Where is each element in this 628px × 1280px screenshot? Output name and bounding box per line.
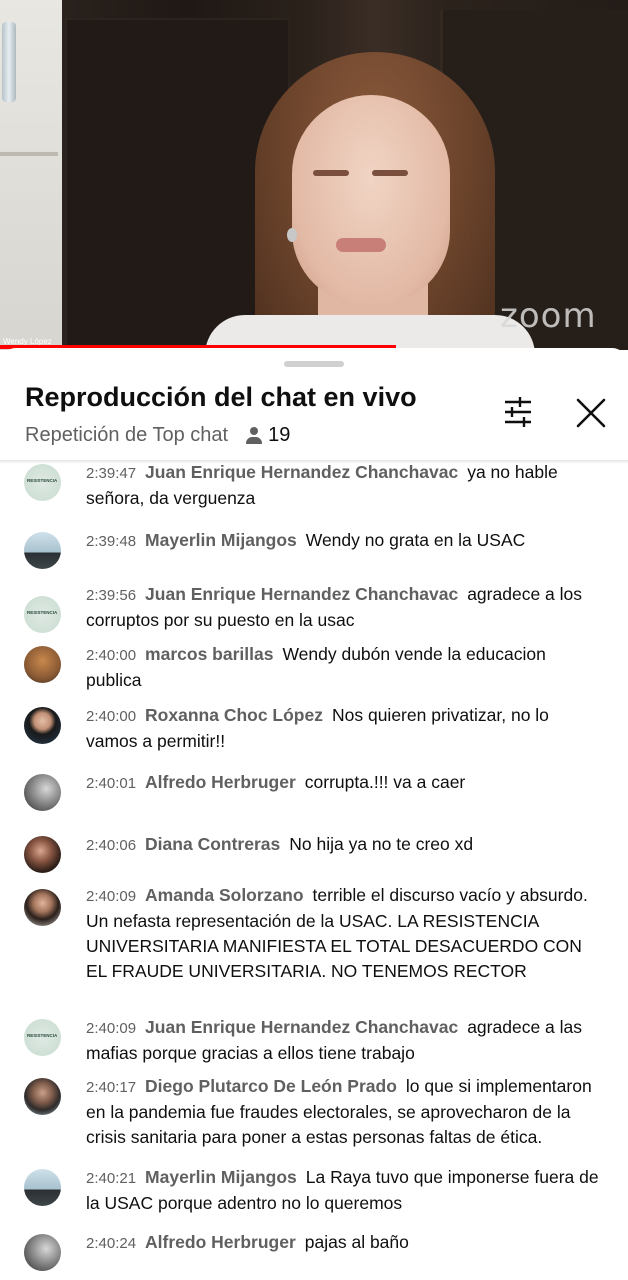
author-name[interactable]: Amanda Solorzano xyxy=(145,885,304,905)
author-avatar[interactable] xyxy=(24,707,61,744)
message-text: No hija ya no te creo xd xyxy=(289,834,474,854)
author-avatar[interactable] xyxy=(24,646,61,683)
message-text: corrupta.!!! va a caer xyxy=(304,772,466,792)
chat-mode-label[interactable]: Repetición de Top chat xyxy=(25,424,228,447)
message-timestamp: 2:40:09 xyxy=(86,888,137,905)
author-avatar[interactable] xyxy=(24,1019,61,1056)
viewer-count: 19 xyxy=(268,424,291,446)
speaker-figure xyxy=(292,95,450,305)
speaker-figure xyxy=(313,170,349,176)
message-timestamp: 2:40:21 xyxy=(86,1170,137,1187)
author-avatar[interactable] xyxy=(24,596,61,633)
author-avatar[interactable] xyxy=(24,532,61,569)
author-name[interactable]: Alfredo Herbruger xyxy=(145,772,296,792)
author-name[interactable]: Mayerlin Mijangos xyxy=(145,530,297,550)
close-icon xyxy=(576,398,606,428)
video-player[interactable]: Wendy López zoom xyxy=(0,0,628,350)
drag-handle[interactable] xyxy=(284,361,344,367)
panel-subtitle[interactable]: Repetición de Top chat 19 xyxy=(25,424,290,447)
close-button[interactable] xyxy=(572,394,610,432)
person-icon xyxy=(246,426,263,445)
author-avatar[interactable] xyxy=(24,836,61,873)
live-chat-replay-panel: Reproducción del chat en vivo Repetición… xyxy=(0,348,628,1280)
author-name[interactable]: Diana Contreras xyxy=(145,834,280,854)
speaker-figure xyxy=(287,228,297,242)
video-background xyxy=(0,100,58,156)
author-avatar[interactable] xyxy=(24,774,61,811)
message-timestamp: 2:39:48 xyxy=(86,533,137,550)
message-timestamp: 2:40:01 xyxy=(86,775,137,792)
author-name[interactable]: Juan Enrique Hernandez Chanchavac xyxy=(145,1017,458,1037)
message-timestamp: 2:39:56 xyxy=(86,587,137,604)
author-name[interactable]: Diego Plutarco De León Prado xyxy=(145,1076,397,1096)
message-timestamp: 2:40:00 xyxy=(86,647,137,664)
message-timestamp: 2:40:06 xyxy=(86,837,137,854)
video-background xyxy=(2,22,16,102)
author-avatar[interactable] xyxy=(24,889,61,926)
author-avatar[interactable] xyxy=(24,1234,61,1271)
chat-filter-button[interactable] xyxy=(500,394,536,430)
sliders-icon xyxy=(505,397,531,427)
panel-title: Reproducción del chat en vivo xyxy=(25,382,417,412)
message-timestamp: 2:40:17 xyxy=(86,1079,137,1096)
chat-message-list[interactable]: 2:39:47 Juan Enrique Hernandez Chanchavac… xyxy=(0,460,628,1280)
author-name[interactable]: Juan Enrique Hernandez Chanchavac xyxy=(145,462,458,482)
speaker-figure xyxy=(336,238,386,252)
author-name[interactable]: marcos barillas xyxy=(145,644,273,664)
message-timestamp: 2:40:24 xyxy=(86,1235,137,1252)
author-name[interactable]: Juan Enrique Hernandez Chanchavac xyxy=(145,584,458,604)
author-avatar[interactable] xyxy=(24,1078,61,1115)
author-name[interactable]: Roxanna Choc López xyxy=(145,705,323,725)
author-name[interactable]: Mayerlin Mijangos xyxy=(145,1167,297,1187)
header-divider xyxy=(0,460,628,464)
zoom-watermark: zoom xyxy=(500,296,597,336)
message-timestamp: 2:40:09 xyxy=(86,1020,137,1037)
author-avatar[interactable] xyxy=(24,1169,61,1206)
message-text: pajas al baño xyxy=(304,1232,409,1252)
message-timestamp: 2:39:47 xyxy=(86,465,137,482)
message-timestamp: 2:40:00 xyxy=(86,708,137,725)
message-text: Wendy no grata en la USAC xyxy=(305,530,526,550)
author-avatar[interactable] xyxy=(24,464,61,501)
author-name[interactable]: Alfredo Herbruger xyxy=(145,1232,296,1252)
speaker-figure xyxy=(372,170,408,176)
